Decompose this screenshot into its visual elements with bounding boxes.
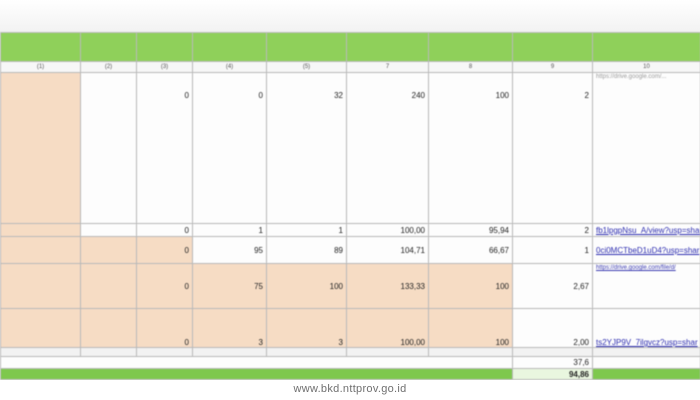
indicator-cell bbox=[0, 236, 81, 264]
header-cell bbox=[266, 32, 347, 62]
value-cell: 100 bbox=[266, 263, 347, 309]
website-watermark: www.bkd.nttprov.go.id bbox=[293, 383, 407, 395]
col-number: 10 bbox=[592, 61, 700, 73]
header-cell bbox=[136, 32, 193, 62]
table-row: 0 3 3 100,00 100 2,00 ts2YJP9V_7ilgvcz?u… bbox=[0, 308, 700, 348]
table-row: 0 0 32 240 100 2 https://drive.google.co… bbox=[0, 72, 700, 224]
value-cell: 3 bbox=[266, 308, 347, 348]
table-row: 0 75 100 133,33 100 2,67 https://drive.g… bbox=[0, 263, 700, 309]
value-cell: 1 bbox=[192, 223, 267, 237]
value-cell: 0 bbox=[136, 308, 193, 348]
header-row bbox=[0, 32, 700, 62]
value-cell: 1 bbox=[512, 236, 593, 264]
code-cell bbox=[80, 308, 137, 348]
value-cell: 89 bbox=[266, 236, 347, 264]
value-cell: 75 bbox=[192, 263, 267, 309]
col-number: 7 bbox=[346, 61, 429, 73]
value-cell: 0 bbox=[136, 72, 193, 224]
spreadsheet-area: (1) (2) (3) (4) (5) 7 8 9 10 0 0 32 240 … bbox=[0, 0, 700, 380]
value-cell: 100 bbox=[428, 72, 513, 224]
spacer-row bbox=[0, 347, 700, 357]
total-value: 94,86 bbox=[512, 368, 593, 380]
top-blur-band bbox=[0, 0, 700, 32]
value-cell: 2 bbox=[512, 72, 593, 224]
header-cell bbox=[592, 32, 700, 62]
value-cell: 32 bbox=[266, 72, 347, 224]
value-cell: 2,00 bbox=[512, 308, 593, 348]
value-cell: 100,00 bbox=[346, 308, 429, 348]
value-cell: 133,33 bbox=[346, 263, 429, 309]
value-cell: 95 bbox=[192, 236, 267, 264]
header-cell bbox=[80, 32, 137, 62]
value-cell: 66,67 bbox=[428, 236, 513, 264]
subtotal-value: 37,6 bbox=[512, 356, 593, 369]
header-cell bbox=[0, 32, 81, 62]
evidence-link[interactable]: fb1lpgpNsu_A/view?usp=shar bbox=[592, 223, 700, 237]
value-cell: 3 bbox=[192, 308, 267, 348]
code-cell bbox=[80, 236, 137, 264]
value-cell: 0 bbox=[136, 263, 193, 309]
col-number: (3) bbox=[136, 61, 193, 73]
code-cell bbox=[80, 72, 137, 224]
indicator-cell bbox=[0, 72, 81, 224]
col-number: (1) bbox=[0, 61, 81, 73]
value-cell: 0 bbox=[192, 72, 267, 224]
total-label bbox=[0, 368, 513, 380]
code-cell bbox=[80, 223, 137, 237]
column-number-row: (1) (2) (3) (4) (5) 7 8 9 10 bbox=[0, 61, 700, 73]
col-number: (5) bbox=[266, 61, 347, 73]
value-cell: 100,00 bbox=[346, 223, 429, 237]
header-cell bbox=[346, 32, 429, 62]
subtotal-row: 37,6 bbox=[0, 356, 700, 369]
evidence-link[interactable]: https://drive.google.com/file/d/ bbox=[592, 263, 700, 309]
table-row: 0 1 1 100,00 95,94 2 fb1lpgpNsu_A/view?u… bbox=[0, 223, 700, 237]
value-cell: 1 bbox=[266, 223, 347, 237]
total-row: 94,86 bbox=[0, 368, 700, 380]
evidence-link[interactable]: https://drive.google.com/... bbox=[592, 72, 700, 224]
data-table: (1) (2) (3) (4) (5) 7 8 9 10 0 0 32 240 … bbox=[0, 32, 700, 380]
table-row: 0 95 89 104,71 66,67 1 0ci0MCTbeD1uD4?us… bbox=[0, 236, 700, 264]
col-number: 8 bbox=[428, 61, 513, 73]
value-cell: 100 bbox=[428, 263, 513, 309]
col-number: 9 bbox=[512, 61, 593, 73]
evidence-link[interactable]: ts2YJP9V_7ilgvcz?usp=shar bbox=[592, 308, 700, 348]
header-cell bbox=[428, 32, 513, 62]
header-cell bbox=[192, 32, 267, 62]
value-cell: 0 bbox=[136, 236, 193, 264]
value-cell: 104,71 bbox=[346, 236, 429, 264]
indicator-cell bbox=[0, 223, 81, 237]
value-cell: 0 bbox=[136, 223, 193, 237]
value-cell: 100 bbox=[428, 308, 513, 348]
col-number: (2) bbox=[80, 61, 137, 73]
code-cell bbox=[80, 263, 137, 309]
col-number: (4) bbox=[192, 61, 267, 73]
header-cell bbox=[512, 32, 593, 62]
subtotal-label bbox=[0, 356, 513, 369]
value-cell: 2 bbox=[512, 223, 593, 237]
value-cell: 240 bbox=[346, 72, 429, 224]
evidence-link[interactable]: 0ci0MCTbeD1uD4?usp=shar bbox=[592, 236, 700, 264]
indicator-cell bbox=[0, 263, 81, 309]
value-cell: 95,94 bbox=[428, 223, 513, 237]
indicator-cell bbox=[0, 308, 81, 348]
value-cell: 2,67 bbox=[512, 263, 593, 309]
